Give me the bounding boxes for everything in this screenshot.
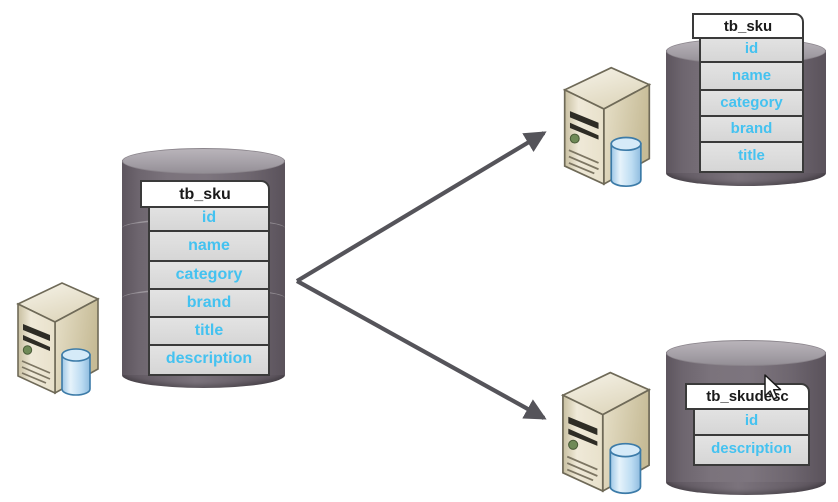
arrow-to-bottom-shard	[295, 279, 547, 420]
shard-1-database-server-icon[interactable]	[552, 58, 662, 198]
table-row[interactable]: description	[695, 436, 808, 464]
table-row[interactable]: description	[150, 346, 268, 374]
cylinder-top	[666, 340, 826, 366]
table-header-name: tb_sku	[692, 13, 804, 39]
table-header-name: tb_sku	[140, 180, 270, 208]
table-row[interactable]: title	[701, 143, 802, 171]
source-database-server-icon[interactable]	[6, 277, 110, 403]
shard-2-table-tb-skudesc[interactable]: tb_skudesc id description	[685, 383, 810, 466]
table-row[interactable]: title	[150, 318, 268, 346]
table-rows: id description	[693, 408, 810, 466]
table-row[interactable]: id	[150, 206, 268, 232]
table-row[interactable]: id	[695, 408, 808, 436]
arrow-to-top-shard	[295, 131, 547, 283]
table-row[interactable]: category	[150, 262, 268, 290]
shard-2-database-server-icon[interactable]	[550, 363, 662, 502]
diagram-canvas: tb_sku id name category brand title desc…	[0, 0, 838, 502]
table-row[interactable]: name	[701, 63, 802, 91]
table-rows: id name category brand title description	[148, 206, 270, 376]
table-row[interactable]: category	[701, 91, 802, 117]
table-row[interactable]: brand	[701, 117, 802, 143]
table-row[interactable]: brand	[150, 290, 268, 318]
table-row[interactable]: name	[150, 232, 268, 262]
mouse-pointer-icon	[763, 374, 785, 404]
table-row[interactable]: id	[701, 37, 802, 63]
source-table-tb-sku[interactable]: tb_sku id name category brand title desc…	[140, 180, 270, 376]
table-rows: id name category brand title	[699, 37, 804, 173]
table-header-name: tb_skudesc	[685, 383, 810, 410]
cylinder-top	[122, 148, 285, 174]
shard-1-table-tb-sku[interactable]: tb_sku id name category brand title	[692, 13, 804, 173]
